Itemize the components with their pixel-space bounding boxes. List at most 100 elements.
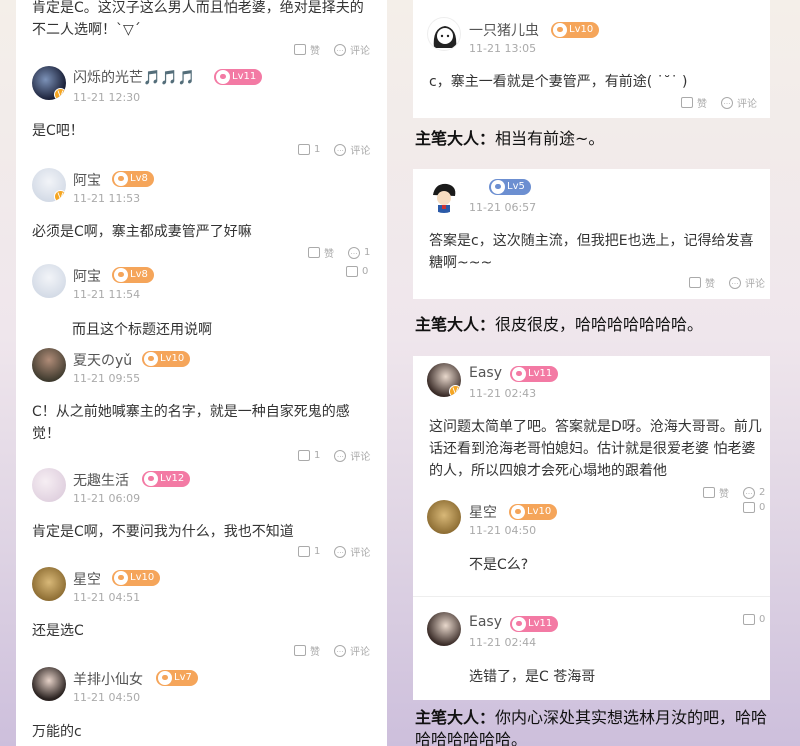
- level-badge: Lv11: [510, 616, 559, 632]
- like-count[interactable]: 0: [362, 266, 368, 277]
- thumbs-up-icon[interactable]: [294, 44, 306, 55]
- comment-time: 11-21 04:50: [73, 691, 141, 704]
- author-replies-right: 一只猪儿虫 Lv10 11-21 13:05 c，寨主一看就是个妻管严，有前途(…: [387, 0, 800, 746]
- comment-text: 是C吧！: [32, 123, 84, 139]
- user-avatar[interactable]: V: [427, 363, 461, 397]
- like-count[interactable]: 赞: [310, 643, 320, 658]
- comment-label[interactable]: 评论: [350, 142, 370, 157]
- comment-label[interactable]: 评论: [737, 95, 757, 110]
- comment-text: c，寨主一看就是个妻管严，有前途( ˙˘˙ ): [429, 74, 688, 90]
- thumbs-up-icon[interactable]: [681, 97, 693, 108]
- comment-count[interactable]: 2: [759, 487, 765, 498]
- comment-label[interactable]: 评论: [350, 448, 370, 463]
- comment-actions: 赞 … 评论: [294, 42, 370, 57]
- username[interactable]: 一只猪儿虫: [469, 20, 539, 40]
- comment-label[interactable]: 评论: [745, 275, 765, 290]
- comment-icon[interactable]: …: [334, 449, 347, 462]
- level-icon: [114, 172, 128, 186]
- username[interactable]: Easy: [469, 614, 502, 630]
- level-badge: Lv10: [551, 22, 600, 38]
- username[interactable]: 羊排小仙女: [73, 669, 143, 689]
- user-avatar[interactable]: [32, 667, 66, 701]
- divider: [413, 596, 770, 597]
- user-avatar[interactable]: [427, 179, 461, 213]
- like-count[interactable]: 1: [314, 450, 320, 461]
- thumbs-up-icon[interactable]: [703, 487, 715, 498]
- comment-text: 万能的c: [32, 724, 82, 740]
- thumbs-up-icon[interactable]: [298, 546, 310, 557]
- user-avatar[interactable]: [427, 500, 461, 534]
- comment-text: 还是选C: [32, 623, 84, 639]
- thumbs-up-icon[interactable]: [308, 247, 320, 258]
- comment-actions: 0: [743, 614, 765, 626]
- comment-label[interactable]: 评论: [350, 42, 370, 57]
- thumbs-up-icon[interactable]: [743, 614, 755, 625]
- comment-time: 11-21 11:53: [73, 192, 141, 205]
- username[interactable]: 无趣生活: [73, 470, 129, 490]
- comment-time: 11-21 06:57: [469, 201, 537, 214]
- comment-label[interactable]: 评论: [350, 643, 370, 658]
- thumbs-up-icon[interactable]: [346, 266, 358, 277]
- like-count[interactable]: 赞: [310, 42, 320, 57]
- cartoon-boy-icon: [433, 183, 456, 213]
- thumbs-up-icon[interactable]: [298, 450, 310, 461]
- username[interactable]: 星空: [73, 569, 101, 589]
- user-avatar[interactable]: [32, 567, 66, 601]
- user-avatar[interactable]: [427, 17, 461, 51]
- user-avatar[interactable]: [427, 612, 461, 646]
- like-count[interactable]: 赞: [719, 485, 729, 500]
- level-badge: Lv8: [112, 171, 154, 187]
- comment-time: 11-21 13:05: [469, 42, 537, 55]
- level-badge: Lv12: [142, 471, 191, 487]
- comment-count[interactable]: 1: [364, 247, 370, 258]
- like-count[interactable]: 赞: [697, 95, 707, 110]
- user-avatar[interactable]: [32, 468, 66, 502]
- comment-text: 这问题太简单了吧。答案就是D呀。沧海大哥哥。前几话还看到沧海老哥怕媳妇。估计就是…: [429, 419, 762, 479]
- comment-text: 必须是C啊，寨主都成妻管严了好嘛: [32, 224, 252, 240]
- username[interactable]: 阿宝: [73, 266, 101, 286]
- level-badge: Lv10: [142, 351, 191, 367]
- thumbs-up-icon[interactable]: [743, 502, 755, 513]
- comment-actions: 1 … 评论: [298, 142, 370, 157]
- like-count[interactable]: 0: [759, 502, 765, 513]
- comment-icon[interactable]: …: [729, 276, 741, 289]
- username[interactable]: Easy: [469, 365, 502, 381]
- verified-icon: V: [54, 88, 66, 100]
- author-note: 主笔大人：很皮很皮，哈哈哈哈哈哈哈。: [415, 312, 703, 338]
- like-count[interactable]: 1: [314, 546, 320, 557]
- user-avatar[interactable]: [32, 348, 66, 382]
- comment-time: 11-21 02:43: [469, 387, 537, 400]
- comment-text: 肯定是C。这汉子这么男人而且怕老婆，绝对是择夫的不二人选啊！`▽´: [32, 0, 364, 38]
- thumbs-up-icon[interactable]: [294, 645, 306, 656]
- level-icon: [144, 352, 158, 366]
- author-note-text: 很皮很皮，哈哈哈哈哈哈哈。: [495, 315, 704, 334]
- comment-icon[interactable]: …: [743, 486, 755, 499]
- comment-icon[interactable]: …: [334, 43, 346, 56]
- username[interactable]: 星空: [469, 502, 497, 522]
- like-count[interactable]: 0: [759, 614, 765, 625]
- username[interactable]: 夏天のyǔ: [73, 350, 132, 370]
- comment-icon[interactable]: …: [334, 545, 347, 558]
- author-prefix: 主笔大人：: [415, 129, 496, 148]
- user-avatar[interactable]: V: [32, 66, 66, 100]
- comment-text: 不是C么?: [469, 557, 529, 573]
- comment-item: 星空 Lv10 11-21 04:51 还是选C 赞 … 评论: [16, 565, 387, 661]
- user-avatar[interactable]: V: [32, 168, 66, 202]
- comment-icon[interactable]: …: [334, 644, 346, 657]
- like-count[interactable]: 赞: [705, 275, 715, 290]
- level-icon: [553, 23, 567, 37]
- comment-list-left: 肯定是C。这汉子这么男人而且怕老婆，绝对是择夫的不二人选啊！`▽´ 赞… 评论 V…: [16, 0, 387, 746]
- comment-label[interactable]: 评论: [350, 544, 370, 559]
- username[interactable]: 阿宝: [73, 170, 101, 190]
- comment-icon[interactable]: …: [334, 143, 347, 156]
- like-count[interactable]: 1: [314, 144, 320, 155]
- thumbs-up-icon[interactable]: [689, 277, 701, 288]
- like-count[interactable]: 赞: [324, 245, 334, 260]
- level-icon: [512, 617, 526, 631]
- user-avatar[interactable]: [32, 264, 66, 298]
- comment-text: 选错了，是C 苍海哥: [469, 669, 596, 685]
- thumbs-up-icon[interactable]: [298, 144, 310, 155]
- comment-icon[interactable]: …: [348, 246, 360, 259]
- comment-icon[interactable]: …: [721, 96, 733, 109]
- username[interactable]: 闪烁的光芒🎵🎵🎵: [73, 67, 195, 87]
